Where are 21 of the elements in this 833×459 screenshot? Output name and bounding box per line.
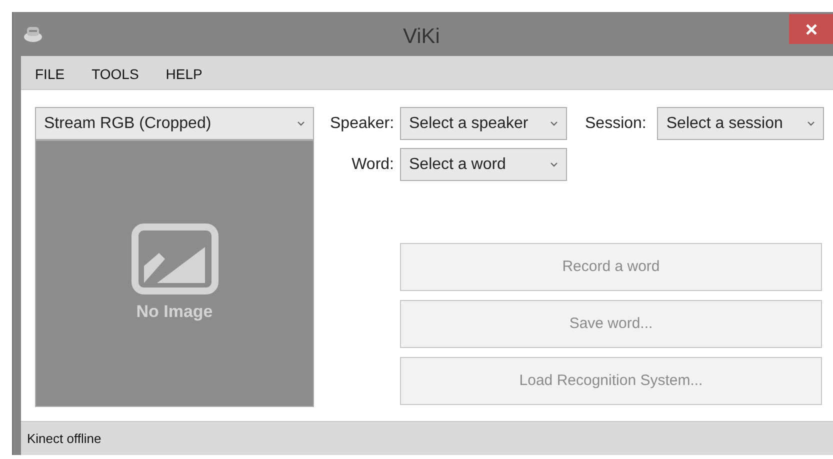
session-label: Session:: [585, 114, 646, 134]
menu-item[interactable]: FILE: [35, 64, 65, 85]
word-dropdown[interactable]: Select a word: [400, 148, 567, 181]
caret-icon: [807, 120, 816, 126]
speaker-label: Speaker:: [330, 114, 396, 134]
no-image-caption: No Image: [136, 300, 213, 323]
speaker-dropdown[interactable]: Select a speaker: [400, 107, 567, 140]
caret-icon: [297, 120, 305, 126]
caret-icon: [550, 120, 558, 126]
menu-item[interactable]: TOOLS: [92, 64, 139, 85]
status-text: Kinect offline: [27, 430, 102, 448]
image-placeholder-icon: [130, 222, 218, 295]
stream-dropdown[interactable]: Stream RGB (Cropped): [35, 107, 314, 140]
session-dropdown[interactable]: Select a session: [657, 107, 824, 140]
window-title: ViKi: [403, 24, 440, 50]
menu-item[interactable]: HELP: [166, 64, 202, 85]
app-logo-icon: [23, 25, 43, 43]
close-icon: [806, 24, 816, 34]
word-label: Word:: [350, 154, 395, 174]
caret-icon: [550, 162, 558, 168]
close-button[interactable]: [789, 14, 833, 44]
